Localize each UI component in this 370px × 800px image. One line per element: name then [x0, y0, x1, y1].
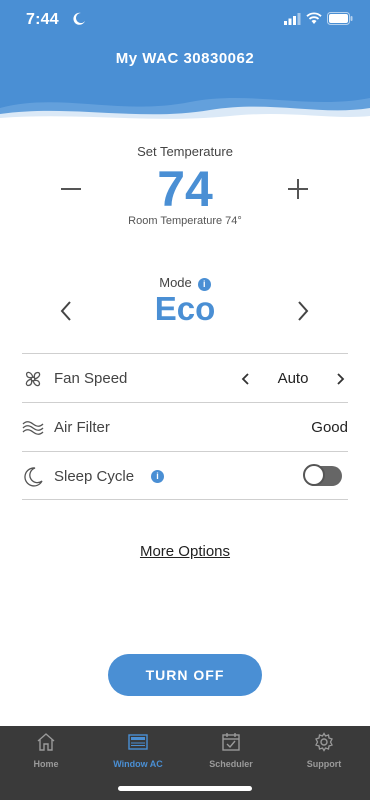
fan-speed-control: Auto [238, 366, 348, 392]
cellular-signal-icon [284, 13, 301, 25]
tab-home[interactable]: Home [0, 726, 92, 786]
mode-label-wrap: Mode i [0, 275, 370, 291]
tab-label-scheduler: Scheduler [209, 759, 253, 769]
page-title: My WAC 30830062 [115, 50, 255, 67]
air-filter-row: Air Filter Good [22, 402, 348, 451]
air-filter-label: Air Filter [54, 419, 110, 436]
wifi-icon [306, 12, 322, 24]
status-bar: 7:44 [0, 0, 370, 40]
tab-scheduler[interactable]: Scheduler [185, 726, 277, 786]
moon-icon [73, 12, 85, 25]
fan-speed-next-button[interactable] [332, 366, 348, 392]
settings-list: Fan Speed Auto Air Filter Good Sleep Cyc… [22, 353, 348, 500]
set-temperature-label: Set Temperature [137, 144, 233, 159]
turn-off-button[interactable]: TURN OFF [108, 654, 262, 696]
home-indicator[interactable] [118, 786, 252, 791]
battery-icon [327, 12, 353, 25]
air-filter-status: Good [311, 419, 348, 436]
status-time: 7:44 [26, 11, 59, 28]
header-waves [0, 98, 370, 122]
tab-window-ac[interactable]: Window AC [92, 726, 184, 786]
set-temperature-value: 74 [157, 161, 213, 217]
more-options-link[interactable]: More Options [0, 543, 370, 560]
increase-temperature-button[interactable] [285, 168, 311, 208]
sleep-cycle-label: Sleep Cycle [54, 468, 135, 485]
mode-next-button[interactable] [292, 298, 312, 324]
tab-label-window-ac: Window AC [113, 759, 163, 769]
mode-value: Eco [154, 290, 216, 327]
fan-speed-label: Fan Speed [54, 370, 128, 387]
air-waves-icon [22, 421, 44, 435]
sleep-cycle-row: Sleep Cycle i [22, 451, 348, 500]
fan-icon [25, 371, 41, 387]
mode-label: Mode [159, 275, 192, 290]
tab-label-home: Home [33, 759, 59, 769]
calendar-check-icon [222, 733, 240, 751]
home-icon [37, 733, 55, 751]
sleep-cycle-info-icon[interactable]: i [151, 470, 164, 483]
sleep-cycle-toggle[interactable] [303, 464, 342, 486]
fan-speed-row: Fan Speed Auto [22, 353, 348, 402]
chevron-right-icon [298, 301, 309, 321]
window-ac-icon [128, 734, 148, 750]
room-temperature: Room Temperature 74° [128, 215, 242, 227]
fan-speed-previous-button[interactable] [238, 366, 254, 392]
tab-label-support: Support [306, 759, 342, 769]
fan-speed-value: Auto [277, 370, 309, 387]
tab-support[interactable]: Support [278, 726, 370, 786]
moon-icon [24, 467, 43, 487]
gear-icon [315, 732, 333, 752]
